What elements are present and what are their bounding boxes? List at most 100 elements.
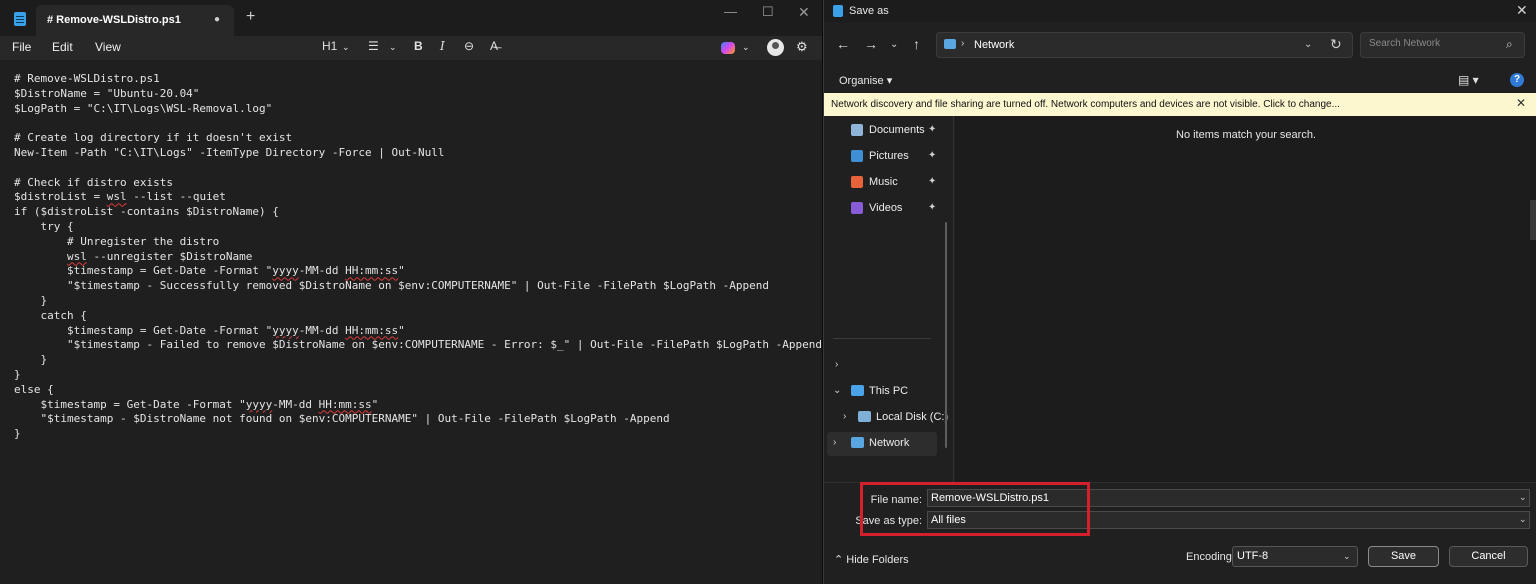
menu-view[interactable]: View [95, 40, 121, 54]
code-line[interactable]: "$timestamp - Failed to remove $DistroNa… [14, 338, 822, 353]
bold-button[interactable]: B [414, 39, 423, 53]
organise-menu-button[interactable]: Organise ▾ [839, 74, 892, 87]
code-line[interactable]: $timestamp = Get-Date -Format "yyyy-MM-d… [14, 398, 822, 413]
info-bar-message[interactable]: Network discovery and file sharing are t… [831, 99, 1340, 110]
heading-button[interactable]: H1 [322, 39, 337, 53]
code-line[interactable]: catch { [14, 309, 822, 324]
nav-scrollbar[interactable] [945, 222, 947, 448]
tree-item-this-pc[interactable]: ⌄ This PC [832, 380, 942, 402]
code-line[interactable]: # Check if distro exists [14, 176, 822, 191]
menu-file[interactable]: File [12, 40, 31, 54]
code-line[interactable]: $distroList = wsl --list --quiet [14, 190, 822, 205]
heading-chevron-down-icon[interactable]: ⌄ [342, 42, 350, 53]
pin-icon[interactable]: ✦ [928, 150, 936, 161]
search-icon[interactable]: ⌕ [1506, 37, 1513, 52]
navigation-pane[interactable]: Documents ✦ Pictures ✦ Music ✦ Videos ✦ › ⌄ Thi… [824, 116, 954, 482]
code-line[interactable]: } [14, 353, 822, 368]
clear-formatting-icon[interactable]: A̶ [490, 39, 498, 53]
code-line[interactable]: "$timestamp - Successfully removed $Dist… [14, 279, 822, 294]
unsaved-dot-icon[interactable]: ● [214, 14, 220, 25]
chevron-down-icon[interactable]: ⌄ [1519, 492, 1527, 503]
code-line[interactable]: wsl --unregister $DistroName [14, 250, 822, 265]
code-line[interactable]: ​ [14, 116, 822, 131]
close-button[interactable]: ✕ [798, 4, 810, 21]
code-line[interactable]: $LogPath = "C:\IT\Logs\WSL-Removal.log" [14, 102, 822, 117]
chevron-down-icon[interactable]: ⌄ [1519, 514, 1527, 525]
address-history-chevron-icon[interactable]: ⌄ [1304, 39, 1312, 50]
pin-icon[interactable]: ✦ [928, 176, 936, 187]
cancel-button[interactable]: Cancel [1449, 546, 1528, 567]
dialog-close-button[interactable]: ✕ [1516, 2, 1528, 19]
list-icon[interactable]: ☰ [368, 39, 379, 53]
chevron-right-icon[interactable]: › [843, 411, 846, 422]
chevron-right-icon[interactable]: › [833, 437, 836, 448]
tab-remove-wsldistro[interactable]: # Remove-WSLDistro.ps1 ● [36, 5, 234, 36]
drive-icon [858, 411, 871, 422]
code-line[interactable]: else { [14, 383, 822, 398]
chevron-right-icon[interactable]: › [835, 359, 838, 370]
new-tab-button[interactable]: + [246, 8, 255, 26]
quick-access-label: Videos [869, 202, 903, 214]
code-line[interactable]: $timestamp = Get-Date -Format "yyyy-MM-d… [14, 264, 822, 279]
search-input[interactable] [1369, 38, 1499, 49]
link-icon[interactable]: ⊖ [464, 39, 474, 53]
quick-access-expander[interactable]: › [832, 354, 852, 376]
code-line[interactable]: $DistroName = "Ubuntu-20.04" [14, 87, 822, 102]
network-icon [851, 437, 864, 448]
info-bar[interactable]: Network discovery and file sharing are t… [824, 93, 1536, 116]
tree-item-local-disk[interactable]: › Local Disk (C:) [832, 406, 948, 428]
encoding-select[interactable]: UTF-8 ⌄ [1232, 546, 1358, 567]
recent-locations-chevron-icon[interactable]: ⌄ [890, 39, 898, 50]
info-bar-close-icon[interactable]: ✕ [1516, 96, 1526, 110]
code-line[interactable]: } [14, 427, 822, 442]
code-line[interactable]: if ($distroList -contains $DistroName) { [14, 205, 822, 220]
address-bar-row: ← → ⌄ ↑ › Network ⌄ ↻ ⌕ [824, 28, 1536, 62]
breadcrumb-separator-icon[interactable]: › [961, 38, 964, 49]
hide-folders-button[interactable]: ⌃ Hide Folders [834, 553, 909, 566]
pin-icon[interactable]: ✦ [928, 124, 936, 135]
address-box[interactable]: › Network ⌄ ↻ [936, 32, 1353, 58]
code-line[interactable]: "$timestamp - $DistroName not found on $… [14, 412, 822, 427]
code-line[interactable]: # Unregister the distro [14, 235, 822, 250]
save-as-dialog: Save as ✕ ← → ⌄ ↑ › Network ⌄ ↻ ⌕ Organi… [823, 0, 1536, 584]
avatar[interactable] [767, 39, 784, 56]
forward-button[interactable]: → [864, 36, 878, 52]
breadcrumb[interactable]: Network [974, 39, 1014, 51]
code-text[interactable]: # Remove-WSLDistro.ps1 $DistroName = "Ubu… [14, 72, 822, 442]
list-chevron-down-icon[interactable]: ⌄ [389, 42, 397, 53]
tab-title: # Remove-WSLDistro.ps1 [47, 14, 181, 26]
up-button[interactable]: ↑ [913, 36, 920, 52]
italic-button[interactable]: I [440, 39, 445, 53]
code-line[interactable]: # Remove-WSLDistro.ps1 [14, 72, 822, 87]
file-list-area[interactable]: No items match your search. [955, 116, 1536, 482]
copilot-icon[interactable] [721, 42, 735, 54]
menu-edit[interactable]: Edit [52, 40, 73, 54]
notepad-app-icon [833, 5, 843, 17]
tree-item-network[interactable]: › Network [827, 432, 937, 456]
minimize-button[interactable]: — [724, 4, 737, 19]
gear-icon[interactable]: ⚙ [796, 39, 808, 55]
dialog-title: Save as [849, 5, 889, 17]
chevron-down-icon[interactable]: ⌄ [833, 385, 841, 396]
maximize-button[interactable]: ☐ [762, 4, 774, 20]
code-line[interactable]: } [14, 294, 822, 309]
search-box[interactable]: ⌕ [1360, 32, 1525, 58]
back-button[interactable]: ← [836, 36, 850, 52]
command-bar: Organise ▾ ▤ ▾ ? [824, 68, 1536, 92]
editor-area[interactable]: # Remove-WSLDistro.ps1 $DistroName = "Ubu… [0, 60, 822, 584]
code-line[interactable]: try { [14, 220, 822, 235]
pin-icon[interactable]: ✦ [928, 202, 936, 213]
refresh-icon[interactable]: ↻ [1330, 36, 1342, 53]
dialog-footer: File name: ⌄ Save as type: All files ⌄ ⌃… [824, 482, 1536, 584]
code-line[interactable]: } [14, 368, 822, 383]
help-icon[interactable]: ? [1510, 73, 1524, 87]
code-line[interactable]: New-Item -Path "C:\IT\Logs" -ItemType Di… [14, 146, 822, 161]
code-line[interactable]: # Create log directory if it doesn't exi… [14, 131, 822, 146]
copilot-chevron-down-icon[interactable]: ⌄ [742, 42, 750, 53]
change-view-icon[interactable]: ▤ ▾ [1458, 73, 1479, 87]
code-line[interactable]: ​ [14, 161, 822, 176]
chevron-down-icon[interactable]: ⌄ [1343, 551, 1351, 562]
save-button[interactable]: Save [1368, 546, 1439, 567]
code-line[interactable]: $timestamp = Get-Date -Format "yyyy-MM-d… [14, 324, 822, 339]
music-icon [851, 176, 863, 188]
